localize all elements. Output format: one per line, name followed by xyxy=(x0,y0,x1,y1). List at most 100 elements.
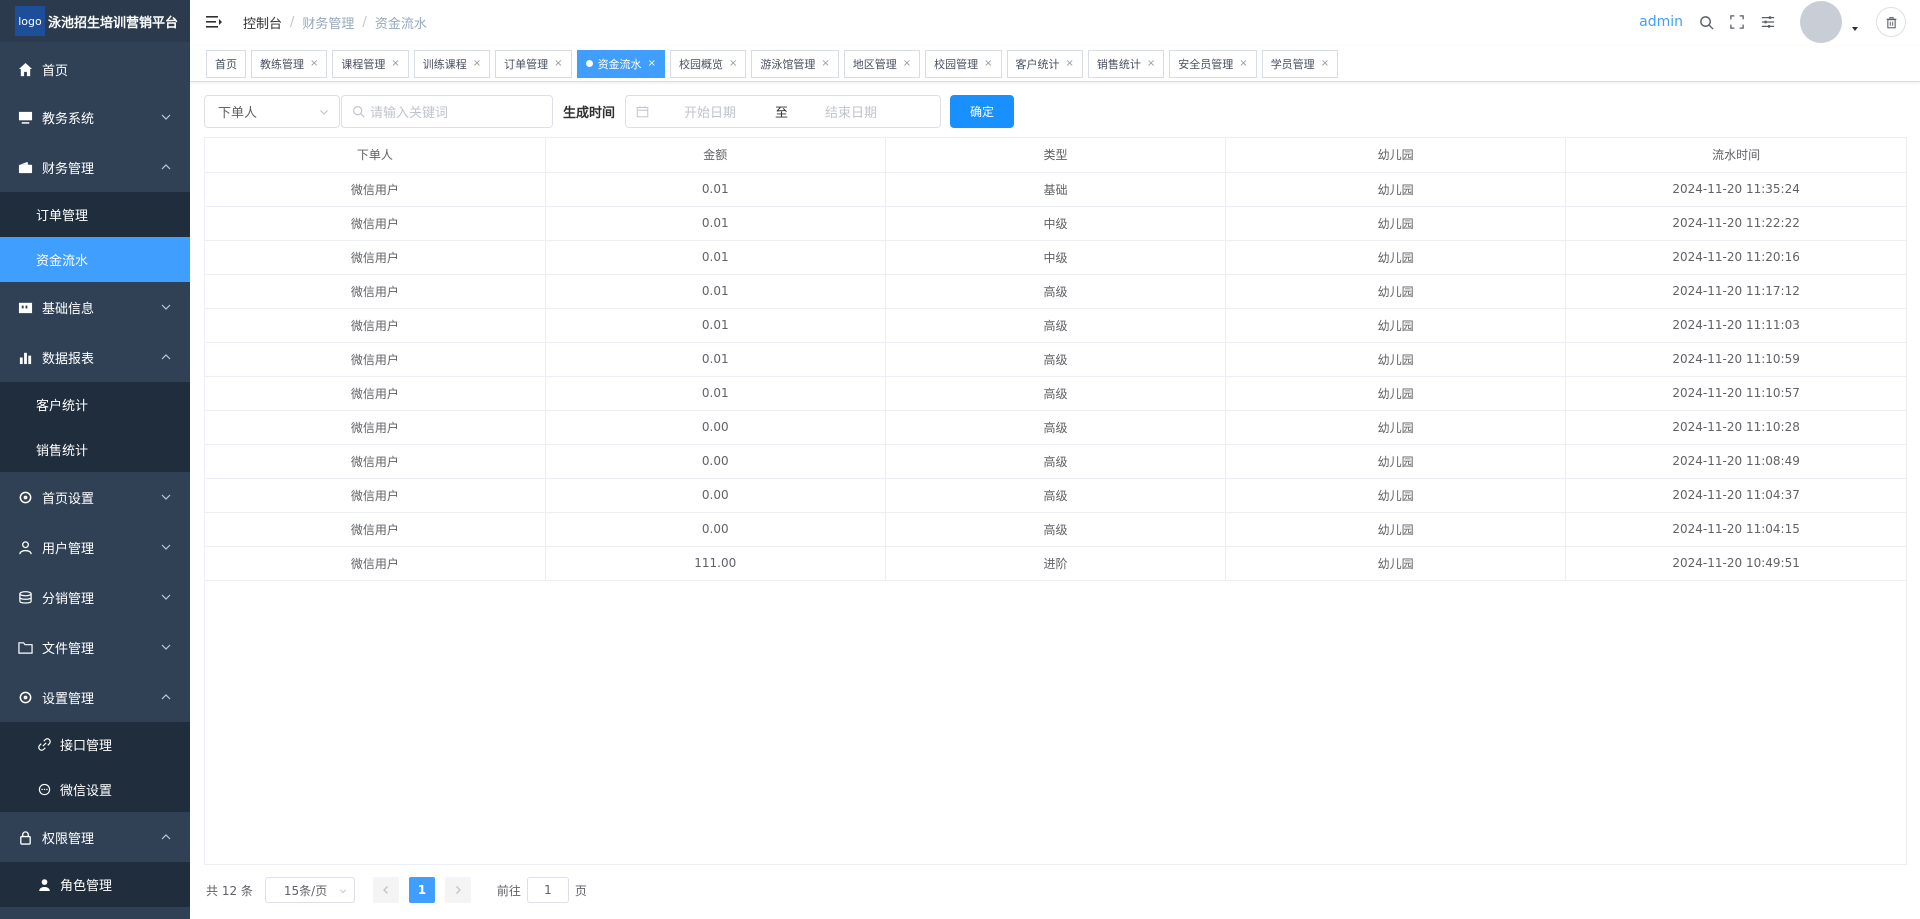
table-row: 微信用户 0.00 高级 幼儿园 2024-11-20 11:08:49 xyxy=(205,444,1906,479)
table-cell: 微信用户 xyxy=(205,376,546,411)
close-icon[interactable]: × xyxy=(473,58,481,69)
hamburger-icon[interactable] xyxy=(205,14,223,30)
breadcrumb-item[interactable]: 控制台 xyxy=(243,13,282,32)
tag-sales-stats[interactable]: 销售统计 × xyxy=(1087,49,1165,78)
field-select[interactable]: 下单人 xyxy=(204,95,340,128)
close-icon[interactable]: × xyxy=(1147,58,1155,69)
end-date-input[interactable]: 结束日期 xyxy=(825,102,877,121)
sidebar-subitem-cashflow[interactable]: 资金流水 xyxy=(0,237,190,282)
close-icon[interactable]: × xyxy=(1321,58,1329,69)
table-cell: 高级 xyxy=(885,478,1227,513)
sidebar-item-reports[interactable]: 数据报表 xyxy=(0,332,190,382)
settings-sliders-icon[interactable] xyxy=(1759,13,1777,31)
gear-icon xyxy=(16,488,34,506)
table-row: 微信用户 0.01 高级 幼儿园 2024-11-20 11:10:59 xyxy=(205,342,1906,377)
confirm-button[interactable]: 确定 xyxy=(950,95,1015,128)
close-icon[interactable]: × xyxy=(391,58,399,69)
close-icon[interactable]: × xyxy=(648,58,656,69)
column-header: 金额 xyxy=(545,138,886,173)
table-cell: 高级 xyxy=(885,274,1227,309)
table-cell: 微信用户 xyxy=(205,308,546,343)
tag-safety[interactable]: 安全员管理 × xyxy=(1169,49,1257,78)
pagination: 共 12 条 15条/页 1 前往 1 页 xyxy=(206,877,587,903)
table-cell: 高级 xyxy=(885,376,1227,411)
tag-home[interactable]: 首页 xyxy=(206,49,246,78)
sidebar-subitem-sales-stats[interactable]: 销售统计 xyxy=(0,427,190,472)
sidebar-item-label: 设置管理 xyxy=(42,691,95,707)
sidebar-item-distribution[interactable]: 分销管理 xyxy=(0,572,190,622)
chevron-right-icon xyxy=(455,886,461,894)
page-number[interactable]: 1 xyxy=(408,877,435,903)
table-cell: 2024-11-20 11:04:37 xyxy=(1565,478,1906,513)
table-cell: 2024-11-20 11:10:59 xyxy=(1565,342,1906,377)
caret-down-icon[interactable] xyxy=(1850,24,1860,34)
table-cell: 0.00 xyxy=(545,410,886,445)
tag-campus[interactable]: 校园管理 × xyxy=(925,49,1002,78)
tag-orders[interactable]: 订单管理 × xyxy=(495,49,572,78)
home-icon xyxy=(16,60,34,78)
prev-page-button[interactable] xyxy=(372,877,399,903)
close-icon[interactable]: × xyxy=(821,58,829,69)
sidebar-subitem-api[interactable]: 接口管理 xyxy=(0,722,190,767)
close-icon[interactable]: × xyxy=(903,58,911,69)
close-icon[interactable]: × xyxy=(984,58,992,69)
search-input[interactable]: 请输入关键词 xyxy=(341,95,553,128)
table-cell: 高级 xyxy=(885,308,1227,343)
fullscreen-icon[interactable] xyxy=(1728,13,1746,31)
tag-course[interactable]: 课程管理 × xyxy=(332,49,409,78)
goto-page-input[interactable]: 1 xyxy=(526,877,569,903)
sidebar-item-permissions[interactable]: 权限管理 xyxy=(0,812,190,862)
sidebar-item-academic[interactable]: 教务系统 xyxy=(0,92,190,142)
tag-campus-overview[interactable]: 校园概览 × xyxy=(669,49,747,78)
next-page-button[interactable] xyxy=(444,877,471,903)
close-icon[interactable]: × xyxy=(310,58,318,69)
time-label: 生成时间 xyxy=(563,106,616,121)
table-cell: 微信用户 xyxy=(205,342,546,377)
start-date-input[interactable]: 开始日期 xyxy=(684,102,736,121)
sidebar-item-home[interactable]: 首页 xyxy=(0,46,190,92)
sidebar-item-finance[interactable]: 财务管理 xyxy=(0,142,190,192)
tag-coach[interactable]: 教练管理 × xyxy=(251,49,328,78)
tag-label: 校园管理 xyxy=(934,57,979,71)
sidebar-subitem-orders[interactable]: 订单管理 xyxy=(0,192,190,237)
header-actions: admin xyxy=(1639,0,1920,44)
tag-customer-stats[interactable]: 客户统计 × xyxy=(1006,49,1083,78)
breadcrumb-separator: / xyxy=(362,14,367,30)
table-cell: 2024-11-20 11:22:22 xyxy=(1565,206,1906,241)
tag-cashflow[interactable]: 资金流水 × xyxy=(576,49,665,78)
chevron-down-icon xyxy=(161,594,171,600)
sidebar-item-home-settings[interactable]: 首页设置 xyxy=(0,472,190,522)
date-range-picker[interactable]: 开始日期 至 结束日期 xyxy=(625,95,942,128)
tag-region[interactable]: 地区管理 × xyxy=(843,49,921,78)
close-icon[interactable]: × xyxy=(729,58,737,69)
sidebar-item-users[interactable]: 用户管理 xyxy=(0,522,190,572)
close-icon[interactable]: × xyxy=(554,58,562,69)
top-navbar: 控制台 / 财务管理 / 资金流水 admin xyxy=(190,0,1920,44)
sidebar-item-settings[interactable]: 设置管理 xyxy=(0,672,190,722)
tag-label: 教练管理 xyxy=(260,57,304,71)
sidebar-item-basic-info[interactable]: 基础信息 xyxy=(0,282,190,332)
avatar[interactable] xyxy=(1800,1,1842,43)
chevron-up-icon xyxy=(161,354,171,360)
sidebar-item-label: 用户管理 xyxy=(42,541,95,557)
table-cell: 中级 xyxy=(885,206,1227,241)
sidebar-subitem-wechat[interactable]: 微信设置 xyxy=(0,767,190,812)
tag-students[interactable]: 学员管理 × xyxy=(1261,49,1339,78)
clear-cache-button[interactable] xyxy=(1876,7,1906,37)
close-icon[interactable]: × xyxy=(1239,58,1247,69)
folder-icon xyxy=(16,638,34,656)
page-size-select[interactable]: 15条/页 xyxy=(264,877,355,903)
tag-training[interactable]: 训练课程 × xyxy=(413,49,491,78)
sidebar-subitem-customer-stats[interactable]: 客户统计 xyxy=(0,382,190,427)
table-row: 微信用户 0.00 高级 幼儿园 2024-11-20 11:10:28 xyxy=(205,410,1906,445)
sidebar-item-files[interactable]: 文件管理 xyxy=(0,622,190,672)
sidebar-subitem-roles[interactable]: 角色管理 xyxy=(0,862,190,907)
sidebar-subitem-label: 微信设置 xyxy=(60,784,113,799)
username[interactable]: admin xyxy=(1639,14,1683,30)
close-icon[interactable]: × xyxy=(1066,58,1074,69)
tag-pool[interactable]: 游泳馆管理 × xyxy=(751,49,839,78)
table-cell: 0.00 xyxy=(545,478,886,513)
search-icon[interactable] xyxy=(1697,13,1715,31)
chevron-up-icon xyxy=(161,834,171,840)
tag-label: 首页 xyxy=(215,57,237,71)
